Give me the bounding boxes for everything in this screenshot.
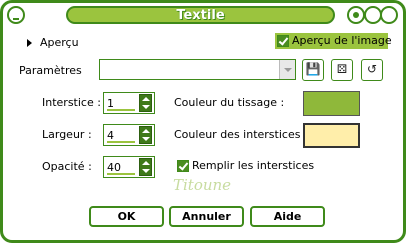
ok-button[interactable]: OK <box>89 206 164 227</box>
reset-button[interactable]: ↺ <box>361 59 383 81</box>
slider-bar[interactable] <box>107 109 135 111</box>
window-title: Textile <box>176 8 225 23</box>
system-menu-icon[interactable] <box>7 6 25 24</box>
presets-label: Paramètres <box>19 64 82 77</box>
slider-bar[interactable] <box>107 141 135 143</box>
slider-bar[interactable] <box>107 173 135 175</box>
save-preset-button[interactable]: 💾 <box>302 59 324 81</box>
randomize-button[interactable]: ⚄ <box>331 59 353 81</box>
spin-arrows-icon[interactable] <box>139 94 152 112</box>
gap-color-swatch[interactable] <box>303 123 360 148</box>
dice-icon: ⚄ <box>336 62 348 76</box>
help-button[interactable]: Aide <box>250 206 325 227</box>
signature-watermark: Titoune <box>173 176 232 194</box>
gap-color-label: Couleur des interstices : <box>174 128 308 141</box>
dialog-window: Textile Aperçu Aperçu de l'image Paramèt… <box>0 0 406 243</box>
preview-image-checkbox-row[interactable]: Aperçu de l'image <box>275 33 392 49</box>
fill-gaps-checkbox[interactable] <box>177 160 189 172</box>
presets-dropdown[interactable] <box>99 59 296 80</box>
weave-color-label: Couleur du tissage : <box>174 96 285 109</box>
floppy-disk-icon: 💾 <box>305 62 321 76</box>
largeur-label: Largeur : <box>42 128 92 141</box>
chevron-down-icon[interactable] <box>279 60 295 79</box>
opacite-label: Opacité : <box>42 160 92 173</box>
weave-color-swatch[interactable] <box>303 91 360 116</box>
preview-image-label: Aperçu de l'image <box>292 34 392 47</box>
interstice-spinbox[interactable]: 1 <box>103 92 155 114</box>
cancel-button[interactable]: Annuler <box>169 206 244 227</box>
spin-arrows-icon[interactable] <box>139 158 152 176</box>
spin-arrows-icon[interactable] <box>139 126 152 144</box>
reset-icon: ↺ <box>366 62 378 76</box>
expand-triangle-icon[interactable] <box>27 39 32 47</box>
largeur-spinbox[interactable]: 4 <box>103 124 155 146</box>
title-bar[interactable]: Textile <box>3 3 403 27</box>
interstice-label: Interstice : <box>42 96 101 109</box>
title-pill: Textile <box>66 6 335 24</box>
preview-image-checkbox[interactable] <box>277 35 289 47</box>
help-icon[interactable] <box>347 6 365 24</box>
close-icon[interactable] <box>380 6 398 24</box>
preview-label: Aperçu <box>40 36 79 49</box>
opacite-spinbox[interactable]: 40 <box>103 156 155 178</box>
fill-gaps-label: Remplir les interstices <box>192 159 315 172</box>
